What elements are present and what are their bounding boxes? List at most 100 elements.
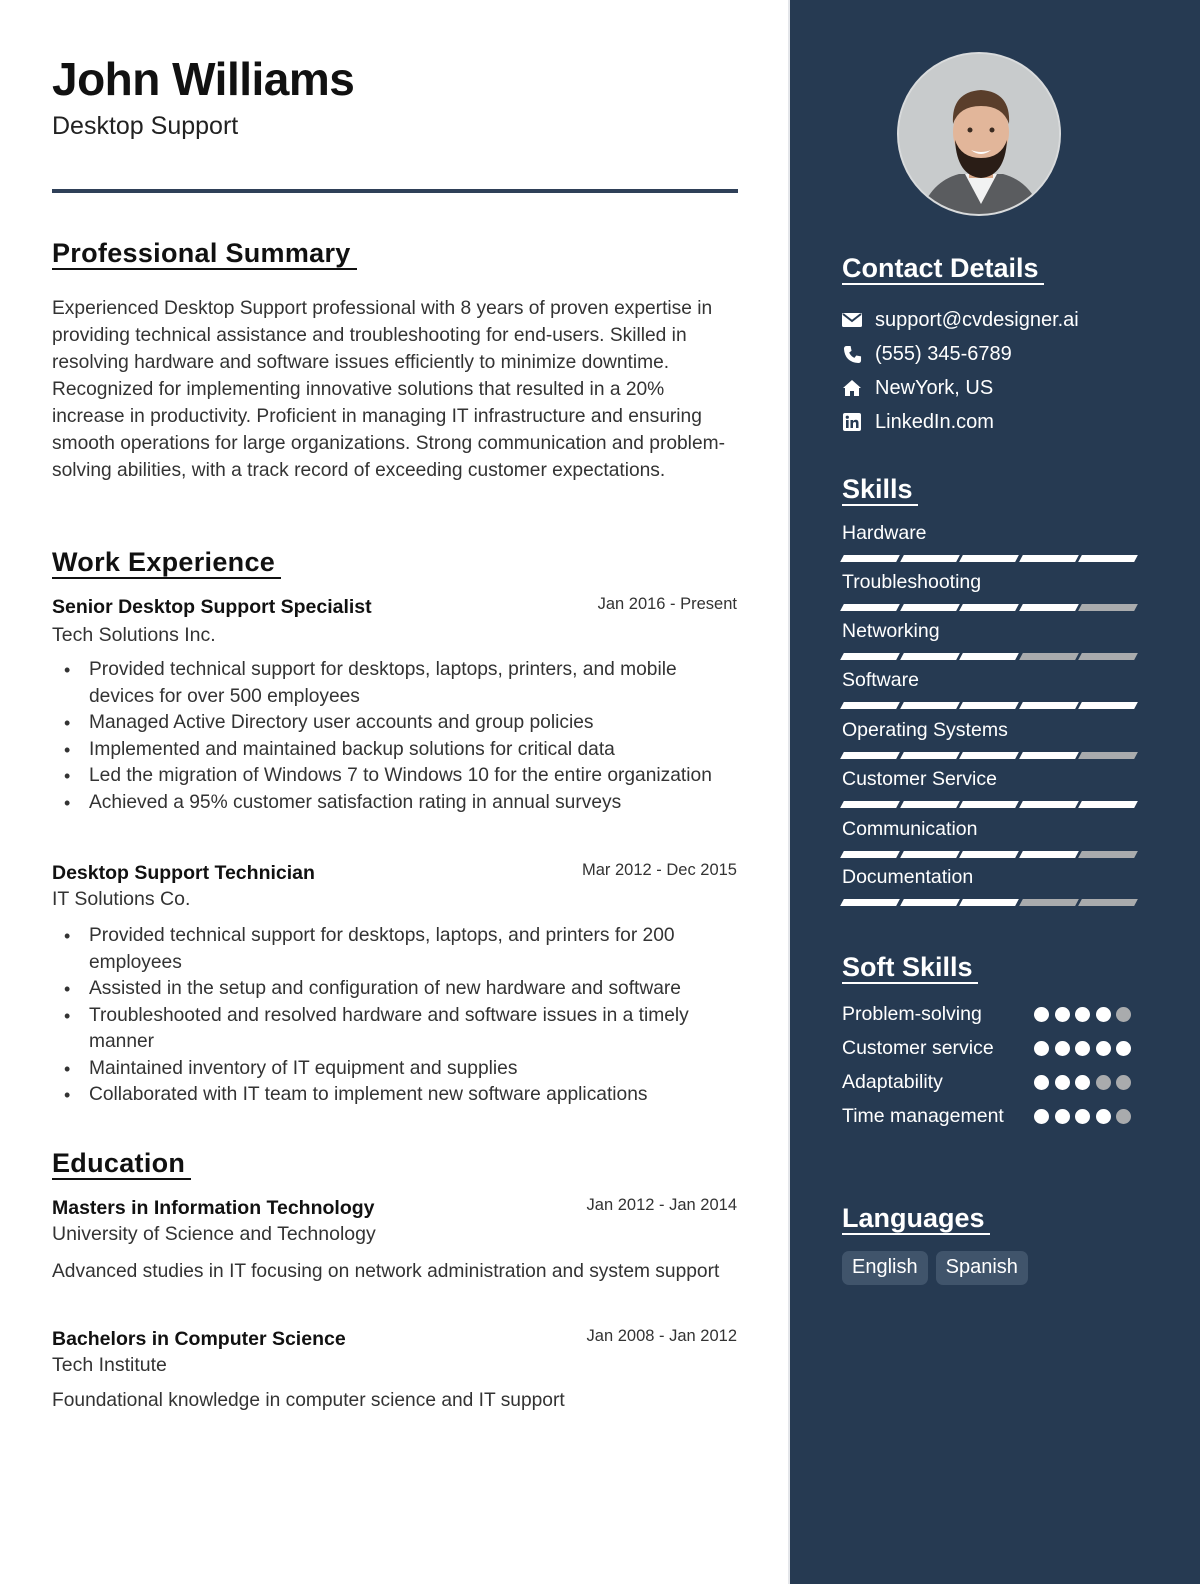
- skill-segment-filled: [840, 702, 900, 709]
- education-heading: Education: [52, 1148, 192, 1181]
- degree-title: Masters in Information Technology: [52, 1197, 375, 1219]
- person-portrait-icon: [899, 54, 1059, 214]
- skill-segment-filled: [840, 801, 900, 808]
- rating-dot-filled: [1034, 1007, 1049, 1022]
- rating-dot-filled: [1034, 1075, 1049, 1090]
- summary-heading: Professional Summary: [52, 238, 357, 271]
- contact-location-text: NewYork, US: [875, 376, 994, 399]
- skills-heading: Skills: [842, 474, 918, 507]
- job-bullet: Assisted in the setup and configuration …: [52, 976, 742, 1003]
- degree-date: Jan 2008 - Jan 2012: [586, 1327, 737, 1345]
- contact-linkedin-text: LinkedIn.com: [875, 410, 994, 433]
- skill-segment-filled: [899, 899, 960, 906]
- rating-dot-filled: [1095, 1109, 1111, 1124]
- skill-segment-filled: [899, 653, 960, 660]
- rating-dot-empty: [1116, 1109, 1131, 1124]
- skill-segment-empty: [1078, 851, 1138, 858]
- skill-segment-filled: [899, 851, 960, 858]
- skill-level-bar: [840, 653, 1138, 661]
- degree-description: Foundational knowledge in computer scien…: [52, 1390, 565, 1411]
- job-title: Desktop Support Technician: [52, 862, 315, 884]
- candidate-role: Desktop Support: [52, 112, 239, 140]
- skill-segment-filled: [1078, 801, 1138, 808]
- rating-dot-filled: [1095, 1041, 1111, 1056]
- skill-segment-filled: [959, 752, 1019, 759]
- job-bullet: Collaborated with IT team to implement n…: [52, 1082, 742, 1109]
- job-bullets: Provided technical support for desktops,…: [52, 657, 742, 816]
- skill-label: Software: [842, 669, 919, 691]
- skill-segment-filled: [1018, 702, 1079, 709]
- rating-dot-filled: [1075, 1075, 1090, 1090]
- profile-photo: [897, 52, 1061, 216]
- skill-label: Hardware: [842, 522, 927, 544]
- languages-heading: Languages: [842, 1203, 990, 1236]
- skill-level-bar: [840, 752, 1138, 760]
- contact-phone[interactable]: (555) 345-6789: [842, 339, 1012, 369]
- skill-level-bar: [840, 851, 1138, 859]
- skill-segment-filled: [899, 555, 960, 562]
- rating-dot-filled: [1075, 1007, 1090, 1022]
- soft-skill-label: Adaptability: [842, 1071, 943, 1093]
- skill-level-bar: [840, 801, 1138, 809]
- rating-dot-filled: [1075, 1109, 1090, 1124]
- job-bullets: Provided technical support for desktops,…: [52, 923, 742, 1109]
- skill-level-bar: [840, 604, 1138, 612]
- degree-description: Advanced studies in IT focusing on netwo…: [52, 1261, 720, 1282]
- skill-label: Communication: [842, 818, 978, 840]
- skill-segment-filled: [1018, 851, 1079, 858]
- contact-linkedin[interactable]: LinkedIn.com: [842, 407, 994, 437]
- skill-segment-filled: [899, 801, 960, 808]
- contact-phone-text: (555) 345-6789: [875, 342, 1012, 365]
- skill-segment-filled: [959, 702, 1019, 709]
- job-bullet: Maintained inventory of IT equipment and…: [52, 1056, 742, 1083]
- job-company: IT Solutions Co.: [52, 888, 191, 910]
- soft-skill-rating: [1034, 1075, 1131, 1090]
- skill-label: Troubleshooting: [842, 571, 982, 593]
- skill-segment-empty: [1078, 604, 1138, 611]
- skill-segment-filled: [1018, 752, 1079, 759]
- skill-segment-filled: [840, 555, 900, 562]
- skill-segment-filled: [899, 604, 960, 611]
- linkedin-icon: [842, 412, 862, 432]
- language-chip: Spanish: [935, 1251, 1028, 1285]
- job-bullet: Implemented and maintained backup soluti…: [52, 737, 742, 764]
- skill-segment-filled: [899, 702, 960, 709]
- job-date: Mar 2012 - Dec 2015: [581, 861, 737, 879]
- skill-segment-filled: [959, 899, 1019, 906]
- rating-dot-filled: [1034, 1109, 1049, 1124]
- summary-text: Experienced Desktop Support professional…: [52, 298, 725, 481]
- rating-dot-empty: [1095, 1075, 1111, 1090]
- rating-dot-filled: [1075, 1041, 1090, 1056]
- skill-segment-filled: [959, 604, 1019, 611]
- degree-title: Bachelors in Computer Science: [52, 1328, 346, 1350]
- skill-segment-filled: [1018, 555, 1079, 562]
- soft-skill-label: Time management: [842, 1105, 1004, 1127]
- job-bullet: Provided technical support for desktops,…: [52, 923, 742, 976]
- skill-segment-filled: [959, 851, 1019, 858]
- contact-location: NewYork, US: [842, 373, 993, 403]
- skill-level-bar: [840, 899, 1138, 907]
- work-heading: Work Experience: [52, 547, 282, 580]
- rating-dot-empty: [1116, 1075, 1131, 1090]
- rating-dot-filled: [1095, 1007, 1111, 1022]
- languages-list: English Spanish: [842, 1251, 1028, 1285]
- home-icon: [842, 378, 862, 398]
- job-date: Jan 2016 - Present: [597, 595, 737, 613]
- skill-label: Documentation: [842, 866, 974, 888]
- header-divider: [52, 189, 738, 193]
- job-bullet: Achieved a 95% customer satisfaction rat…: [52, 790, 742, 817]
- skill-segment-filled: [959, 653, 1019, 660]
- skill-segment-filled: [959, 801, 1019, 808]
- candidate-name: John Williams: [52, 53, 355, 105]
- rating-dot-filled: [1054, 1109, 1070, 1124]
- skill-segment-empty: [1018, 899, 1079, 906]
- job-bullet: Provided technical support for desktops,…: [52, 657, 742, 710]
- soft-skill-label: Customer service: [842, 1037, 994, 1059]
- contact-email[interactable]: support@cvdesigner.ai: [842, 305, 1079, 335]
- soft-skill-rating: [1034, 1109, 1131, 1124]
- skill-segment-empty: [1078, 653, 1138, 660]
- skill-segment-filled: [1018, 801, 1079, 808]
- soft-skills-heading: Soft Skills: [842, 952, 978, 985]
- skill-segment-filled: [840, 899, 900, 906]
- skill-label: Customer Service: [842, 768, 997, 790]
